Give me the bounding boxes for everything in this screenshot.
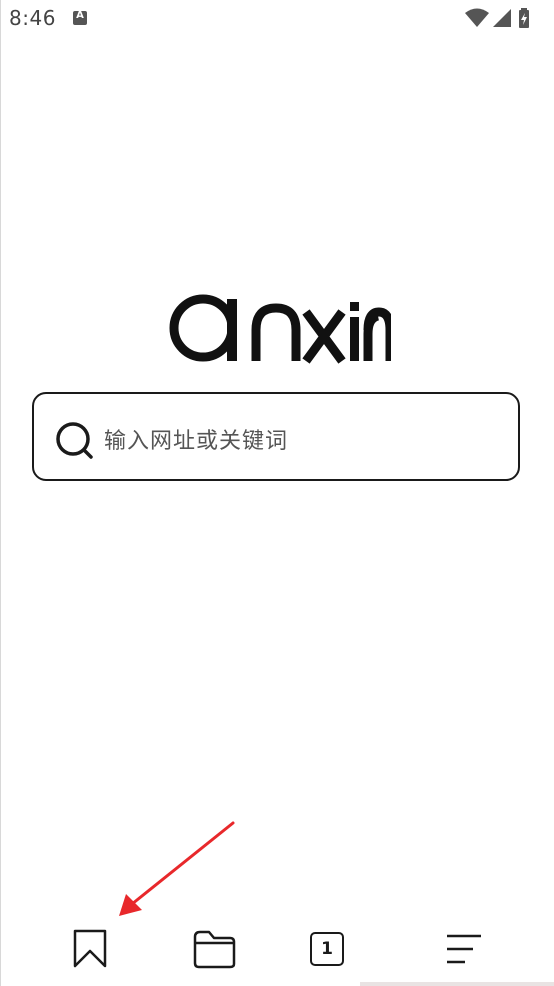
anxin-logo: anxin xyxy=(163,290,395,366)
search-input[interactable]: 输入网址或关键词 xyxy=(32,392,520,481)
files-button[interactable] xyxy=(189,924,239,974)
tab-count: 1 xyxy=(321,939,333,959)
notification-letter: A xyxy=(76,10,84,21)
wifi-icon xyxy=(465,8,489,27)
bottom-nav: 1 xyxy=(0,910,554,986)
tabs-button[interactable]: 1 xyxy=(302,924,352,974)
tab-count-icon: 1 xyxy=(310,932,344,966)
status-icons xyxy=(464,8,544,28)
red-arrow-annotation xyxy=(119,821,235,916)
bookmark-icon xyxy=(73,929,107,968)
status-bar: 8:46 A xyxy=(0,0,554,38)
menu-button[interactable] xyxy=(438,924,488,974)
cellular-signal-icon xyxy=(493,9,511,27)
folder-icon xyxy=(193,930,236,969)
battery-charging-icon xyxy=(519,8,529,28)
search-icon xyxy=(56,422,93,459)
bottom-edge-strip xyxy=(360,982,554,986)
bookmarks-button[interactable] xyxy=(65,924,115,974)
status-time: 8:46 xyxy=(9,6,56,30)
search-placeholder: 输入网址或关键词 xyxy=(104,429,289,454)
window-edge xyxy=(0,0,1,986)
menu-icon xyxy=(447,934,481,964)
app-notification-icon: A xyxy=(73,10,87,25)
